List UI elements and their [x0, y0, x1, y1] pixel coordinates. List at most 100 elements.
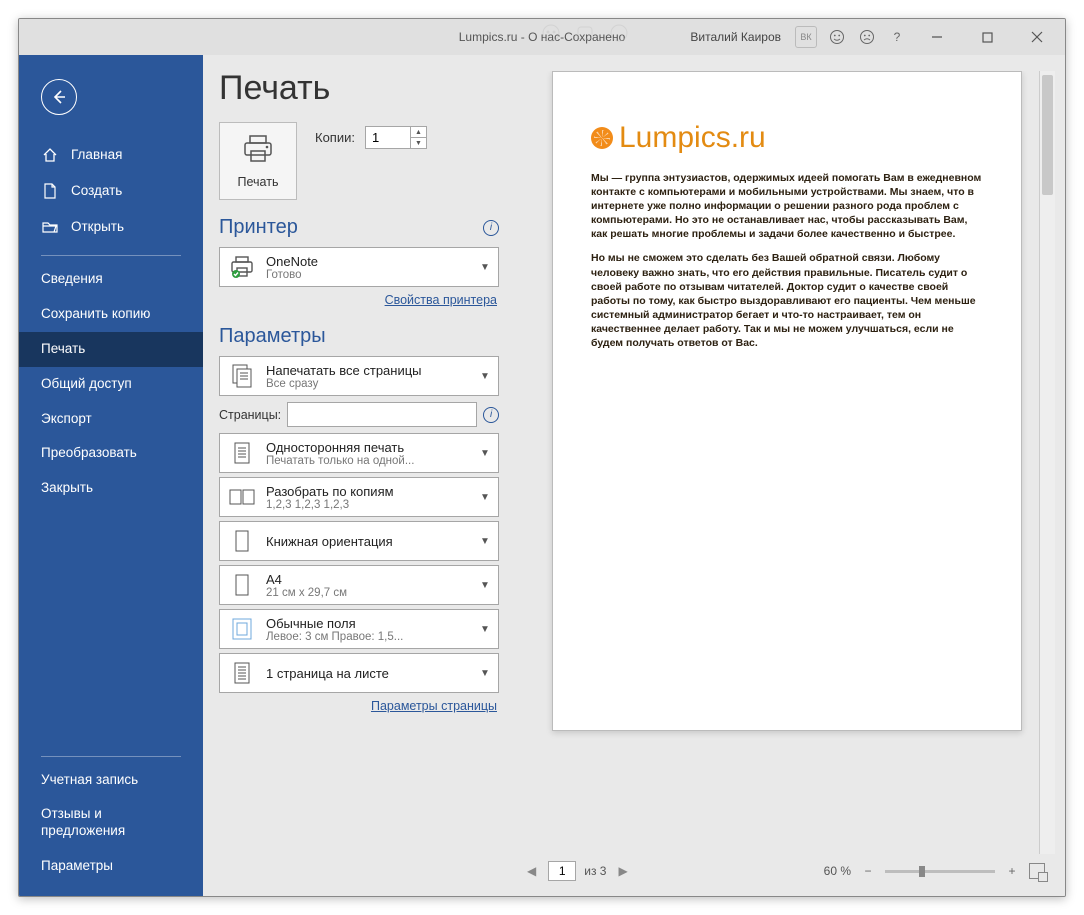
sidebar-item-label: Преобразовать	[41, 445, 137, 462]
chevron-down-icon: ▼	[480, 371, 492, 382]
preview-scrollbar[interactable]	[1039, 71, 1055, 854]
paper-size-selector[interactable]: A421 см x 29,7 см ▼	[219, 565, 499, 605]
pages-label: Страницы:	[219, 408, 281, 422]
printer-properties-link[interactable]: Свойства принтера	[385, 293, 497, 307]
sidebar-item-feedback[interactable]: Отзывы и предложения	[19, 797, 203, 849]
sidebar-item-label: Закрыть	[41, 480, 93, 497]
preview-footer: ◀ из 3 ▶ 60 % − +	[519, 854, 1055, 888]
sidebar-item-label: Сохранить копию	[41, 306, 150, 323]
sidebar-item-new[interactable]: Создать	[19, 173, 203, 209]
margins-selector[interactable]: Обычные поляЛевое: 3 см Правое: 1,5... ▼	[219, 609, 499, 649]
zoom-in-button[interactable]: +	[1005, 864, 1019, 878]
zoom-slider[interactable]	[885, 870, 995, 873]
preview-page: Lumpics.ru Мы — группа энтузиастов, одер…	[552, 71, 1022, 731]
sidebar-item-label: Экспорт	[41, 411, 92, 428]
folder-open-icon	[41, 218, 59, 236]
page-setup-link[interactable]: Параметры страницы	[371, 699, 497, 713]
scrollbar-thumb[interactable]	[1042, 75, 1053, 195]
current-page-input[interactable]	[548, 861, 576, 881]
sidebar-item-savecopy[interactable]: Сохранить копию	[19, 297, 203, 332]
sides-selector[interactable]: Односторонняя печатьПечатать только на о…	[219, 433, 499, 473]
robot-icon	[573, 21, 597, 45]
chevron-down-icon: ▼	[480, 668, 492, 679]
printer-heading: Принтер i	[219, 216, 499, 239]
next-page-button[interactable]: ▶	[614, 862, 631, 880]
sidebar-item-info[interactable]: Сведения	[19, 262, 203, 297]
pages-per-sheet-selector[interactable]: 1 страница на листе ▼	[219, 653, 499, 693]
zoom-knob[interactable]	[919, 866, 925, 877]
prev-page-button[interactable]: ◀	[523, 862, 540, 880]
titlebar-right: Виталий Каиров ВК ?	[690, 23, 1057, 51]
sidebar-item-label: Учетная запись	[41, 772, 138, 789]
chevron-down-icon: ▼	[480, 624, 492, 635]
minimize-button[interactable]	[917, 23, 957, 51]
sidebar-item-print[interactable]: Печать	[19, 332, 203, 367]
printer-status: Готово	[266, 269, 470, 281]
close-button[interactable]	[1017, 23, 1057, 51]
zoom-value: 60 %	[824, 864, 851, 878]
sidebar-item-share[interactable]: Общий доступ	[19, 367, 203, 402]
user-name[interactable]: Виталий Каиров	[690, 30, 781, 44]
orientation-portrait-icon	[228, 527, 256, 555]
sidebar-item-open[interactable]: Открыть	[19, 209, 203, 245]
printer-name: OneNote	[266, 254, 470, 269]
zoom-out-button[interactable]: −	[861, 864, 875, 878]
chevron-down-icon: ▼	[480, 580, 492, 591]
back-button[interactable]	[41, 79, 77, 115]
robot-icon	[539, 21, 563, 45]
orange-slice-icon	[591, 127, 613, 149]
main-area: Печать Печать Копии: ▲ ▼	[203, 55, 1065, 896]
pages-all-icon	[228, 362, 256, 390]
chevron-down-icon: ▼	[480, 262, 492, 273]
sidebar-item-account[interactable]: Учетная запись	[19, 763, 203, 798]
sidebar-item-label: Параметры	[41, 858, 113, 875]
sidebar-item-label: Сведения	[41, 271, 103, 288]
chevron-down-icon: ▼	[480, 492, 492, 503]
pages-range-row: Страницы: i	[219, 402, 499, 427]
sidebar-item-options[interactable]: Параметры	[19, 849, 203, 884]
face-sad-icon[interactable]	[857, 27, 877, 47]
spinner-down-icon[interactable]: ▼	[411, 137, 426, 148]
sidebar-item-export[interactable]: Экспорт	[19, 402, 203, 437]
print-button[interactable]: Печать	[219, 122, 297, 200]
preview-area: Lumpics.ru Мы — группа энтузиастов, одер…	[519, 71, 1055, 854]
params-heading: Параметры	[219, 325, 499, 348]
robot-icon	[607, 21, 631, 45]
titlebar: Lumpics.ru - О нас - Сохранено Виталий К…	[19, 19, 1065, 55]
preview-paragraph: Мы — группа энтузиастов, одержимых идеей…	[591, 172, 981, 241]
page-single-side-icon	[228, 439, 256, 467]
backstage-sidebar: Главная Создать Открыть Сведения Сохрани…	[19, 55, 203, 896]
sidebar-separator	[41, 255, 181, 256]
user-initials[interactable]: ВК	[795, 26, 817, 48]
margins-icon	[228, 615, 256, 643]
sidebar-item-label: Создать	[71, 183, 122, 200]
spinner-up-icon[interactable]: ▲	[411, 127, 426, 137]
collate-selector[interactable]: Разобрать по копиям1,2,3 1,2,3 1,2,3 ▼	[219, 477, 499, 517]
zoom-fit-button[interactable]	[1029, 863, 1045, 879]
print-button-label: Печать	[238, 175, 279, 189]
copies-spinner[interactable]: ▲ ▼	[365, 126, 427, 149]
sidebar-item-label: Открыть	[71, 219, 124, 236]
pages-range-input[interactable]	[287, 402, 477, 427]
home-icon	[41, 146, 59, 164]
help-icon[interactable]: ?	[887, 27, 907, 47]
sidebar-item-close[interactable]: Закрыть	[19, 471, 203, 506]
print-preview-pane: Lumpics.ru Мы — группа энтузиастов, одер…	[509, 55, 1065, 896]
info-icon[interactable]: i	[483, 407, 499, 423]
orientation-selector[interactable]: Книжная ориентация ▼	[219, 521, 499, 561]
file-new-icon	[41, 182, 59, 200]
page-total: из 3	[584, 864, 606, 878]
titlebar-deco	[539, 21, 631, 45]
sidebar-separator	[41, 756, 181, 757]
printer-selector[interactable]: OneNote Готово ▼	[219, 247, 499, 287]
preview-logo: Lumpics.ru	[591, 118, 983, 159]
collate-icon	[228, 483, 256, 511]
sidebar-item-transform[interactable]: Преобразовать	[19, 436, 203, 471]
print-range-selector[interactable]: Напечатать все страницыВсе сразу ▼	[219, 356, 499, 396]
face-smile-icon[interactable]	[827, 27, 847, 47]
copies-input[interactable]	[366, 127, 410, 148]
sidebar-item-home[interactable]: Главная	[19, 137, 203, 173]
maximize-button[interactable]	[967, 23, 1007, 51]
info-icon[interactable]: i	[483, 220, 499, 236]
printer-icon	[241, 134, 275, 169]
